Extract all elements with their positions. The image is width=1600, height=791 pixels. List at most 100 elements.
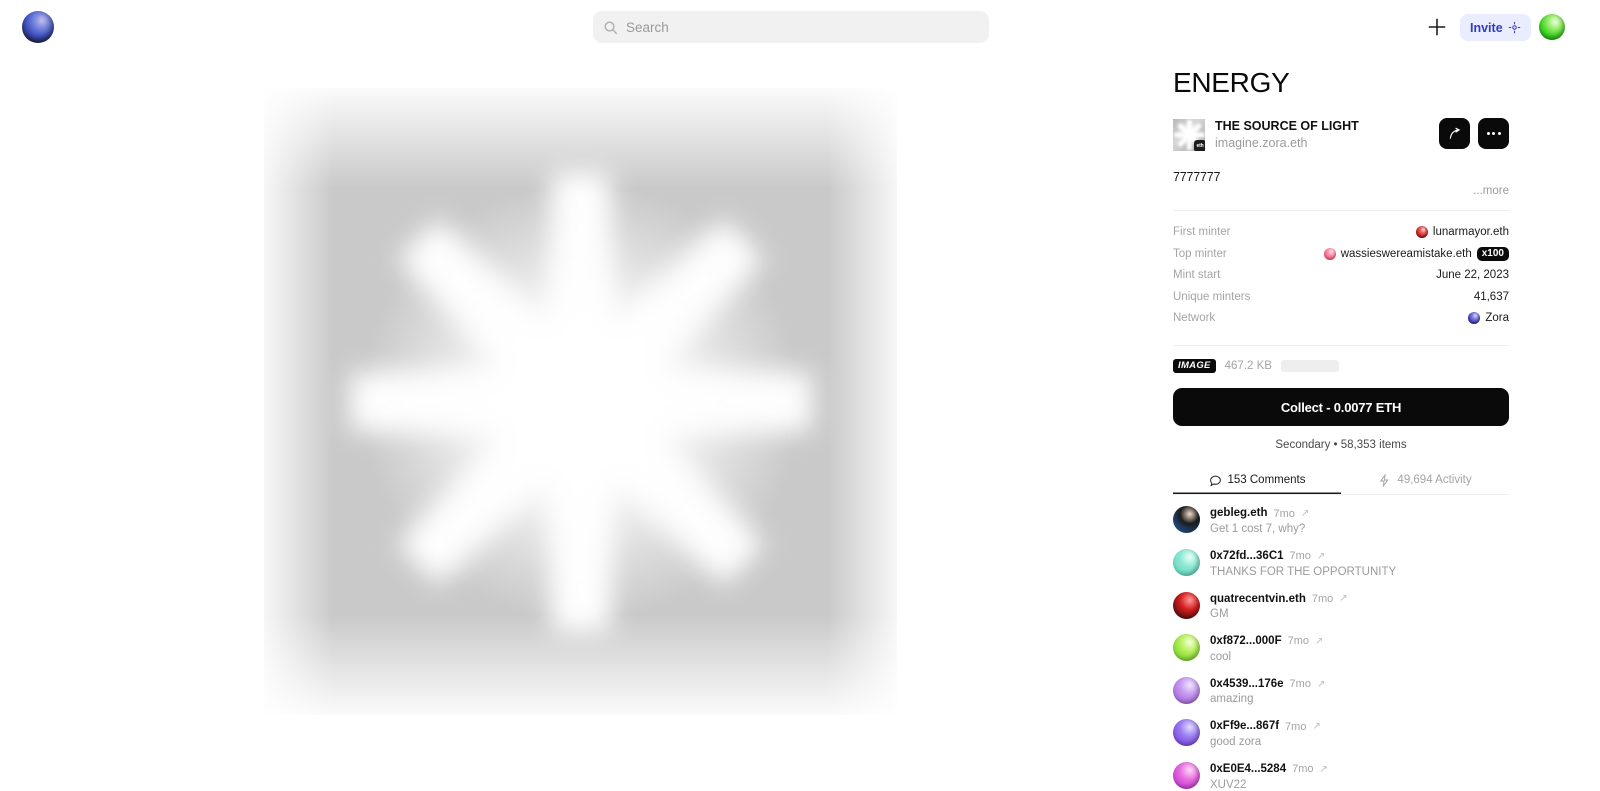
metadata-value-text: June 22, 2023 <box>1436 269 1509 281</box>
more-link[interactable]: ...more <box>1173 185 1509 197</box>
mint-count-badge: x100 <box>1476 246 1509 261</box>
comment-avatar[interactable] <box>1173 634 1200 662</box>
metadata-row: Top minter wassieswereamistake.eth x100 <box>1173 243 1509 265</box>
tab-lightning[interactable]: 49,694 Activity <box>1341 466 1509 494</box>
collection-thumbnail[interactable]: eth <box>1173 119 1205 152</box>
comment-text: Get 1 cost 7, why? <box>1210 522 1306 535</box>
collect-button[interactable]: Collect - 0.0077 ETH <box>1173 388 1509 427</box>
loading-skeleton <box>1280 360 1339 372</box>
invite-label: Invite <box>1470 20 1503 35</box>
external-link-icon[interactable]: ↗ <box>1317 551 1325 562</box>
comment-timestamp: 7mo <box>1311 592 1334 605</box>
comment-username[interactable]: 0xFf9e...867f <box>1210 720 1279 733</box>
tab-label: 153 Comments <box>1227 474 1306 487</box>
comment-item: gebleg.eth 7mo ↗ Get 1 cost 7, why? <box>1173 506 1509 535</box>
comment-item: 0x4539...176e 7mo ↗ amazing <box>1173 676 1509 706</box>
collection-name[interactable]: THE SOURCE OF LIGHT <box>1215 119 1359 135</box>
comment-item: quatrecentvin.eth 7mo ↗ GM <box>1173 591 1509 621</box>
file-info-row: IMAGE 467.2 KB <box>1173 344 1509 374</box>
comment-avatar[interactable] <box>1173 506 1200 534</box>
artwork-stage <box>0 55 1161 790</box>
comment-item: 0x72fd...36C1 7mo ↗ THANKS FOR THE OPPORTUN… <box>1173 548 1509 578</box>
comment-text: THANKS FOR THE OPPORTUNITY <box>1210 565 1397 578</box>
token-metadata-table: First minter lunarmayor.eth Top minter wass… <box>1173 210 1509 329</box>
metadata-value-text: lunarmayor.eth <box>1432 226 1509 238</box>
external-link-icon[interactable]: ↗ <box>1320 764 1328 775</box>
creator-handle[interactable]: imagine.zora.eth <box>1215 136 1359 152</box>
comment-timestamp: 7mo <box>1287 635 1310 648</box>
comment-username[interactable]: gebleg.eth <box>1210 507 1268 520</box>
page-title: ENERGY <box>1173 67 1290 98</box>
tab-label: 49,694 Activity <box>1397 474 1472 487</box>
metadata-key: Top minter <box>1173 247 1227 260</box>
comment-username[interactable]: 0xf872...000F <box>1210 635 1282 648</box>
metadata-row: First minter lunarmayor.eth <box>1173 221 1509 243</box>
token-description: 7777777 <box>1173 170 1221 185</box>
comment-avatar[interactable] <box>1173 762 1200 790</box>
avatar-orb-icon <box>1415 226 1428 238</box>
metadata-value: 41,637 <box>1474 291 1509 303</box>
comment-text: GM <box>1210 608 1229 621</box>
comment-icon <box>1209 474 1222 487</box>
artwork-vignette <box>264 88 897 715</box>
metadata-value-text: 41,637 <box>1473 290 1509 303</box>
external-link-icon[interactable]: ↗ <box>1301 508 1309 519</box>
metadata-value-text: wassieswereamistake.eth <box>1340 247 1472 260</box>
tab-comment[interactable]: 153 Comments <box>1173 466 1341 494</box>
metadata-value[interactable]: lunarmayor.eth <box>1415 226 1509 238</box>
metadata-key: Unique minters <box>1173 290 1251 303</box>
external-link-icon[interactable]: ↗ <box>1315 636 1323 647</box>
comment-username[interactable]: 0xE0E4...5284 <box>1210 763 1286 776</box>
comment-text: cool <box>1210 650 1232 663</box>
comment-username[interactable]: 0x72fd...36C1 <box>1210 550 1284 563</box>
metadata-value-text: Zora <box>1485 312 1509 324</box>
metadata-key: First minter <box>1173 226 1231 238</box>
comment-avatar[interactable] <box>1173 591 1200 619</box>
metadata-row: Network Zora <box>1173 307 1509 329</box>
avatar-orb-icon <box>1468 312 1481 324</box>
token-detail-panel: ENERGY eth THE SOURCE OF LIGHT imagine.z… <box>1173 55 1509 791</box>
comment-timestamp: 7mo <box>1292 763 1314 776</box>
sparkle-node-icon <box>1508 21 1520 34</box>
comment-username[interactable]: quatrecentvin.eth <box>1210 593 1306 606</box>
eth-chain-badge: eth <box>1194 140 1205 152</box>
comment-timestamp: 7mo <box>1289 678 1311 691</box>
invite-button[interactable]: Invite <box>1460 14 1531 41</box>
metadata-key: Network <box>1173 312 1216 324</box>
comment-item: 0xf872...000F 7mo ↗ cool <box>1173 634 1509 663</box>
share-button[interactable] <box>1439 118 1470 149</box>
metadata-row: Unique minters 41,637 <box>1173 286 1509 308</box>
search-input[interactable] <box>626 19 979 35</box>
metadata-row: Mint start June 22, 2023 <box>1173 264 1509 286</box>
zora-orb-logo[interactable] <box>22 11 54 43</box>
search-icon <box>604 21 618 34</box>
more-options-button[interactable] <box>1478 118 1509 149</box>
secondary-market-label[interactable]: Secondary • 58,353 items <box>1173 439 1509 451</box>
comment-item: 0xE0E4...5284 7mo ↗ XUV22 <box>1173 762 1509 791</box>
file-size-label: 467.2 KB <box>1224 360 1272 372</box>
external-link-icon[interactable]: ↗ <box>1339 593 1347 604</box>
metadata-value[interactable]: wassieswereamistake.eth x100 <box>1323 246 1509 261</box>
external-link-icon[interactable]: ↗ <box>1312 721 1320 732</box>
artwork-image[interactable] <box>264 88 897 715</box>
comment-avatar[interactable] <box>1173 548 1200 576</box>
metadata-value: June 22, 2023 <box>1436 269 1509 281</box>
user-avatar-orb[interactable] <box>1539 14 1565 40</box>
collection-creator-row: eth THE SOURCE OF LIGHT imagine.zora.eth <box>1173 118 1509 152</box>
avatar-orb-icon <box>1323 247 1336 260</box>
plus-icon[interactable] <box>1426 16 1448 38</box>
search-bar[interactable] <box>593 11 989 43</box>
comment-text: amazing <box>1210 693 1254 706</box>
external-link-icon[interactable]: ↗ <box>1317 679 1325 690</box>
comment-avatar[interactable] <box>1173 676 1200 704</box>
panel-action-buttons <box>1439 118 1509 149</box>
metadata-value[interactable]: Zora <box>1468 312 1509 324</box>
more-dots-icon <box>1486 132 1501 135</box>
share-arrow-icon <box>1449 127 1460 139</box>
comment-text: XUV22 <box>1210 778 1247 791</box>
comment-avatar[interactable] <box>1173 719 1200 747</box>
comment-text: good zora <box>1210 736 1262 749</box>
panel-tabs: 153 Comments 49,694 Activity <box>1173 466 1509 496</box>
comment-username[interactable]: 0x4539...176e <box>1210 678 1284 691</box>
metadata-key: Mint start <box>1173 269 1221 281</box>
